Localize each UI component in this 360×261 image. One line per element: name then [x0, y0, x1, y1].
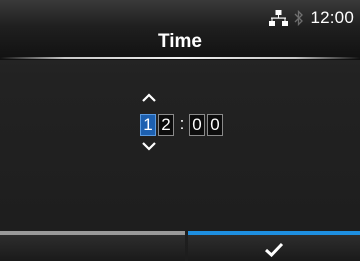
- back-button[interactable]: [0, 231, 185, 261]
- check-icon: [264, 242, 284, 257]
- time-settings-screen: 12:00 Time 1 2 : 0 0: [0, 0, 360, 261]
- hour-ones-digit[interactable]: 2: [158, 114, 174, 136]
- chevron-down-icon[interactable]: [141, 140, 157, 152]
- minute-ones-digit[interactable]: 0: [207, 114, 223, 136]
- minute-tens-digit[interactable]: 0: [189, 114, 205, 136]
- chevron-up-icon[interactable]: [141, 92, 157, 104]
- confirm-button[interactable]: [188, 231, 360, 261]
- hour-tens-digit[interactable]: 1: [140, 114, 156, 136]
- time-editor: 1 2 : 0 0: [0, 0, 360, 230]
- time-separator: :: [179, 114, 185, 133]
